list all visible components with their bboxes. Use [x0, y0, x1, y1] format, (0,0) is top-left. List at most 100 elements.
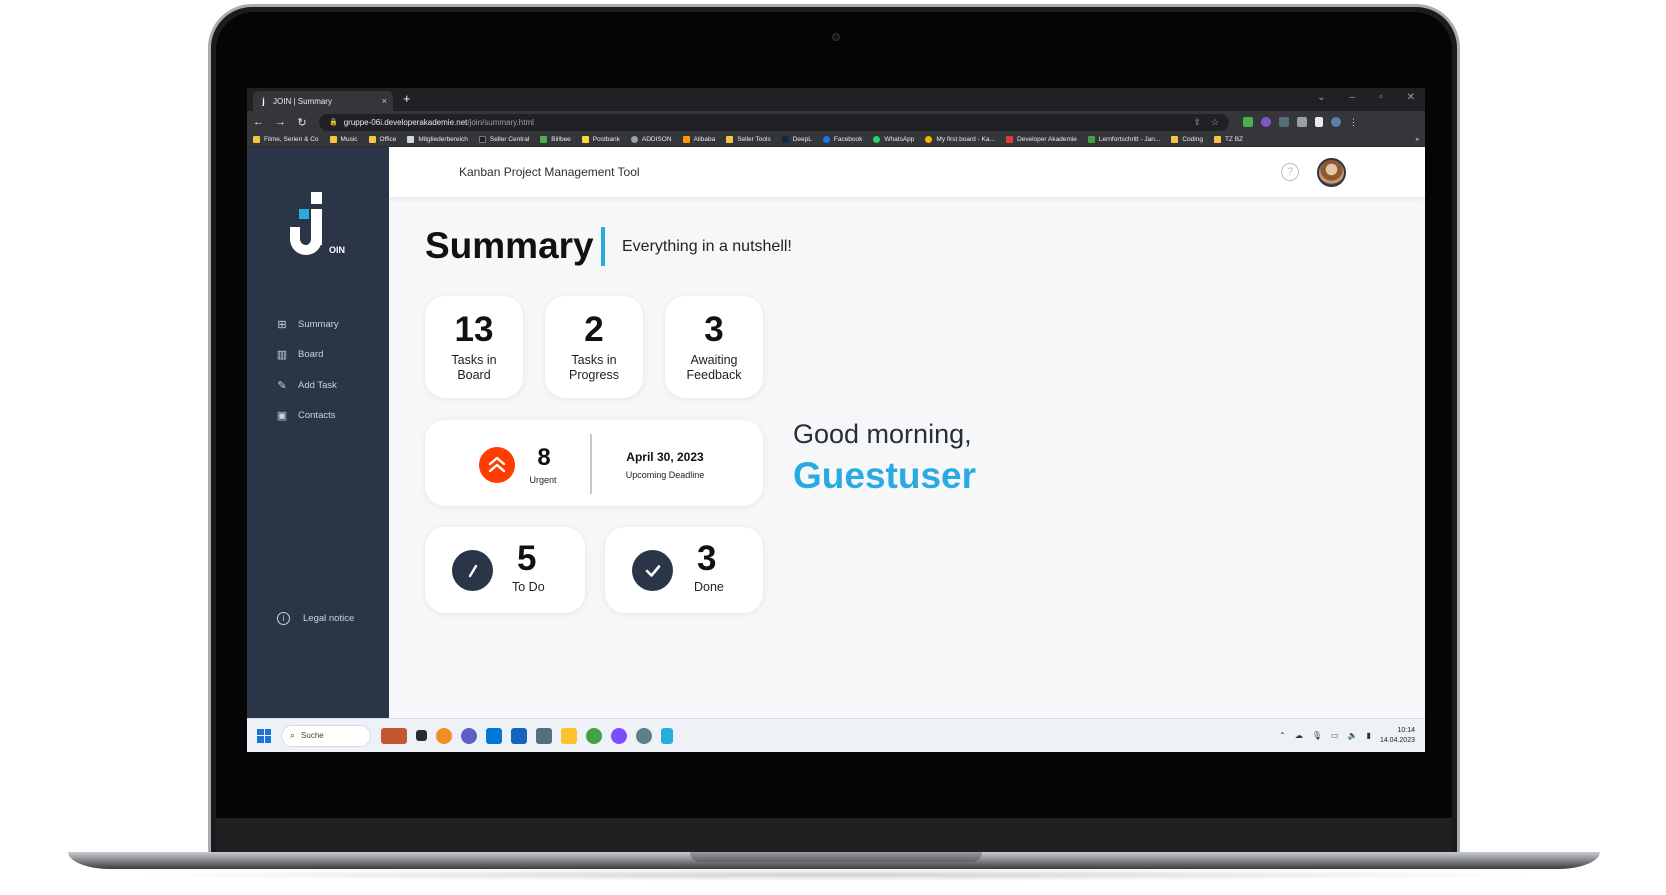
- bookmark[interactable]: Mitgliederbereich: [407, 136, 468, 143]
- widgets-icon[interactable]: [381, 727, 407, 744]
- file-explorer-icon[interactable]: [561, 727, 577, 744]
- site-icon: [540, 136, 548, 143]
- clock-time: 10:14: [1397, 727, 1415, 735]
- outlook-icon[interactable]: [511, 727, 527, 744]
- tab-title: JOIN | Summary: [273, 96, 332, 106]
- bookmark[interactable]: WhatsApp: [873, 136, 914, 143]
- bookmark[interactable]: Music: [329, 136, 358, 143]
- bookmark[interactable]: DeepL: [781, 136, 812, 143]
- bookmark[interactable]: Filme, Serien & Co: [253, 136, 319, 143]
- maximize-icon[interactable]: ▫: [1379, 92, 1383, 103]
- settings-icon[interactable]: [636, 727, 652, 744]
- extension-icon[interactable]: [1261, 117, 1271, 127]
- bookmark[interactable]: Billbee: [540, 136, 571, 143]
- network-icon[interactable]: ▭: [1331, 731, 1339, 740]
- lock-icon: 🔒: [329, 119, 338, 126]
- site-icon: [1087, 136, 1095, 143]
- back-icon[interactable]: ←: [253, 116, 264, 128]
- card-label: Awaiting: [690, 352, 738, 367]
- card-label: Progress: [568, 367, 620, 382]
- pencil-glyph: [468, 564, 477, 577]
- taskbar-search[interactable]: ⌕ Suche: [281, 724, 371, 747]
- avatar[interactable]: [1317, 158, 1346, 187]
- cloud-icon[interactable]: ☁: [1295, 731, 1303, 740]
- share-icon[interactable]: ⇪: [1193, 117, 1201, 128]
- dropdown-icon[interactable]: ⌄: [1317, 92, 1325, 103]
- bookmark[interactable]: Office: [368, 136, 396, 143]
- card-label: Tasks in: [571, 352, 617, 367]
- bookmark[interactable]: Postbank: [581, 136, 620, 143]
- calculator-icon[interactable]: [536, 727, 552, 744]
- sidepanel-icon[interactable]: [1315, 117, 1323, 127]
- sidebar: OIN ⊞ Summary ▥ Board ✎ Add Task ▣ Conta…: [247, 147, 389, 718]
- clock[interactable]: 10:14 14.04.2023: [1380, 726, 1415, 744]
- windows-start-icon[interactable]: [257, 728, 271, 743]
- bookmark[interactable]: Facebook: [822, 136, 862, 143]
- summary-main: Summary Everything in a nutshell! 13 Tas…: [389, 197, 1425, 718]
- bookmarks-bar: Filme, Serien & Co Music Office Mitglied…: [247, 133, 1425, 147]
- bookmark[interactable]: Seller Central: [478, 136, 529, 143]
- tasks-in-board-card[interactable]: 13 Tasks in Board: [425, 296, 523, 398]
- puzzle-icon[interactable]: [1297, 117, 1307, 127]
- browser-tab[interactable]: j JOIN | Summary ×: [253, 91, 393, 111]
- app-icon[interactable]: [436, 727, 452, 744]
- camera-icon: [832, 33, 840, 41]
- site-icon: [682, 136, 690, 143]
- join-logo[interactable]: OIN: [287, 192, 347, 272]
- taskbar-apps: [381, 727, 673, 744]
- awaiting-feedback-card[interactable]: 3 Awaiting Feedback: [665, 296, 763, 398]
- sidebar-item-add-task[interactable]: ✎ Add Task: [275, 370, 339, 401]
- reload-icon[interactable]: ↻: [297, 116, 307, 129]
- sidebar-item-summary[interactable]: ⊞ Summary: [275, 309, 339, 340]
- folder-icon: [253, 136, 260, 143]
- legal-notice-link[interactable]: i Legal notice: [277, 612, 354, 625]
- bookmark[interactable]: My first board - Ka...: [925, 136, 995, 143]
- forward-icon[interactable]: →: [275, 116, 286, 128]
- help-icon[interactable]: ?: [1281, 163, 1299, 181]
- chat-icon[interactable]: [461, 727, 477, 744]
- tasks-in-progress-card[interactable]: 2 Tasks in Progress: [545, 296, 643, 398]
- chrome-icon[interactable]: [586, 727, 602, 744]
- page-subtitle: Everything in a nutshell!: [622, 238, 792, 255]
- bookmark[interactable]: Lernfortschritt - Jan...: [1087, 136, 1160, 143]
- chevron-up-icon[interactable]: ⌃: [1279, 731, 1286, 740]
- sidebar-item-board[interactable]: ▥ Board: [275, 340, 339, 371]
- todo-card[interactable]: 5 To Do: [425, 527, 585, 613]
- card-label: Board: [457, 367, 491, 382]
- join-app-icon[interactable]: [661, 727, 673, 744]
- bookmark[interactable]: Coding: [1171, 136, 1203, 143]
- bookmarks-overflow[interactable]: »: [1415, 136, 1419, 143]
- messenger-icon[interactable]: [611, 727, 627, 744]
- sidebar-item-label: Summary: [298, 318, 339, 330]
- volume-icon[interactable]: 🔈: [1348, 731, 1358, 740]
- new-tab-button[interactable]: +: [403, 91, 411, 106]
- join-app: OIN ⊞ Summary ▥ Board ✎ Add Task ▣ Conta…: [247, 147, 1425, 718]
- bookmark[interactable]: Seller Tools: [726, 136, 771, 143]
- sidebar-item-contacts[interactable]: ▣ Contacts: [275, 401, 339, 432]
- bookmark[interactable]: Developer Akademie: [1005, 136, 1077, 143]
- extension-icon[interactable]: [1243, 117, 1253, 127]
- address-bar[interactable]: 🔒 gruppe-06i.developerakademie.net /join…: [319, 113, 1229, 131]
- bookmark-star-icon[interactable]: ☆: [1211, 117, 1219, 128]
- done-card[interactable]: 3 Done: [605, 527, 763, 613]
- urgent-priority-icon: [479, 447, 515, 483]
- bookmark[interactable]: ADDISON: [630, 136, 672, 143]
- awaiting-feedback-count: 3: [704, 309, 724, 349]
- urgent-count: 8: [537, 444, 551, 471]
- profile-icon[interactable]: [1331, 117, 1341, 127]
- tab-close-icon[interactable]: ×: [382, 96, 387, 106]
- edit-icon: ✎: [277, 379, 287, 392]
- menu-icon[interactable]: ⋮: [1349, 117, 1358, 128]
- extension-icon[interactable]: [1279, 117, 1289, 127]
- board-icon: ▥: [276, 349, 288, 362]
- bookmark[interactable]: TZ BZ: [1213, 136, 1243, 143]
- minimize-icon[interactable]: –: [1350, 92, 1356, 103]
- vscode-icon[interactable]: [486, 727, 502, 744]
- bookmark[interactable]: Alibaba: [682, 136, 715, 143]
- battery-icon[interactable]: ▮: [1367, 731, 1371, 740]
- urgent-deadline-card[interactable]: 8 Urgent April 30, 2023 Upcoming Deadlin…: [425, 420, 763, 506]
- close-window-icon[interactable]: ✕: [1407, 92, 1415, 103]
- logo-part: [290, 227, 322, 255]
- task-view-icon[interactable]: [416, 730, 427, 741]
- mic-icon[interactable]: 🎙: [1312, 731, 1322, 740]
